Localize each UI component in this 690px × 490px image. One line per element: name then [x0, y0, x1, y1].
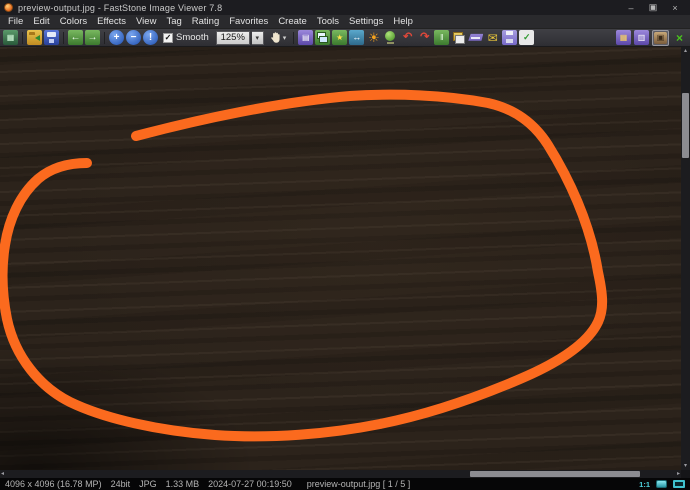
menu-bar: File Edit Colors Effects View Tag Rating…	[0, 15, 690, 29]
menu-favorites[interactable]: Favorites	[224, 16, 273, 27]
toolbar-separator	[104, 32, 105, 44]
status-format: JPG	[139, 479, 157, 489]
scrollbar-corner	[681, 470, 690, 478]
scroll-up-icon[interactable]: ▴	[683, 47, 688, 55]
window-title: preview-output.jpg - FastStone Image Vie…	[18, 3, 222, 13]
maximize-button[interactable]: ▣	[642, 1, 664, 15]
view-mode-group: ▦ ▥ ▣ ×	[616, 30, 687, 46]
toolbar-separator	[22, 32, 23, 44]
horizontal-scrollbar[interactable]: ◂ ▸	[0, 470, 681, 478]
print-icon[interactable]	[502, 30, 517, 45]
draw-board-icon[interactable]: ★	[332, 30, 347, 45]
menu-edit[interactable]: Edit	[28, 16, 54, 27]
slideshow-icon[interactable]: ▤	[298, 30, 313, 45]
menu-view[interactable]: View	[131, 16, 161, 27]
hand-icon-glyph	[269, 31, 282, 44]
copy-to-folder-icon[interactable]	[451, 30, 466, 45]
scroll-left-icon[interactable]: ◂	[0, 470, 5, 478]
fullscreen-icon[interactable]: ×	[672, 30, 687, 45]
actual-size-toggle-icon[interactable]: 1:1	[639, 480, 650, 489]
smooth-checkbox[interactable]: ✓	[163, 33, 173, 43]
rotate-right-icon[interactable]: ↷	[417, 30, 432, 45]
vertical-scrollbar[interactable]: ▴ ▾	[681, 47, 690, 470]
browse-icon[interactable]: ▦	[3, 30, 18, 45]
zoom-out-icon[interactable]: −	[126, 30, 141, 45]
hand-dropdown-icon[interactable]: ▾	[283, 34, 287, 42]
toolbar: ▦ ← → + − ! ✓ Smooth 125% ▾ ▾ ▤ ★ ↔ ☀ ↶ …	[0, 29, 690, 47]
windows-layout-icon[interactable]: ▦	[616, 30, 631, 45]
external-programs-icon[interactable]: ✓	[519, 30, 534, 45]
menu-help[interactable]: Help	[388, 16, 418, 27]
title-bar: preview-output.jpg - FastStone Image Vie…	[0, 0, 690, 15]
horizontal-scroll-thumb[interactable]	[470, 471, 640, 477]
menu-rating[interactable]: Rating	[187, 16, 224, 27]
next-image-icon[interactable]: →	[85, 30, 100, 45]
scroll-down-icon[interactable]: ▾	[683, 462, 688, 470]
adjust-colors-icon[interactable]	[383, 30, 398, 45]
annotation-stroke	[3, 95, 603, 437]
zoom-in-icon[interactable]: +	[109, 30, 124, 45]
scanner-icon[interactable]	[468, 30, 483, 45]
app-window: preview-output.jpg - FastStone Image Vie…	[0, 0, 690, 490]
zoom-dropdown-button[interactable]: ▾	[252, 31, 264, 45]
open-folder-icon[interactable]	[27, 30, 42, 45]
minimize-button[interactable]: –	[620, 1, 642, 15]
save-icon[interactable]	[44, 30, 59, 45]
menu-file[interactable]: File	[3, 16, 28, 27]
status-zoom-controls: 1:1	[639, 480, 685, 489]
status-file-size: 1.33 MB	[166, 479, 200, 489]
status-color-depth: 24bit	[111, 479, 131, 489]
fit-window-icon[interactable]	[656, 480, 667, 488]
menu-create[interactable]: Create	[273, 16, 312, 27]
fit-screen-icon[interactable]	[673, 480, 685, 488]
previous-image-icon[interactable]: ←	[68, 30, 83, 45]
status-timestamp: 2024-07-27 00:19:50	[208, 479, 292, 489]
compare-images-icon[interactable]	[315, 30, 330, 45]
close-button[interactable]: ×	[664, 1, 686, 15]
status-file-position: preview-output.jpg [ 1 / 5 ]	[307, 479, 411, 489]
window-controls: – ▣ ×	[620, 1, 686, 15]
hand-tool-icon[interactable]: ▾	[269, 31, 287, 44]
annotation-layer	[0, 47, 681, 470]
zoom-level-field[interactable]: 125%	[216, 31, 250, 45]
smooth-label: Smooth	[176, 32, 209, 43]
full-view-icon: ▣	[654, 32, 667, 44]
vertical-scroll-thumb[interactable]	[682, 93, 689, 158]
adjust-lighting-icon[interactable]: ☀	[366, 30, 381, 45]
resize-icon[interactable]: ↔	[349, 30, 364, 45]
smooth-option: ✓ Smooth	[163, 32, 209, 43]
toolbar-separator	[63, 32, 64, 44]
menu-effects[interactable]: Effects	[92, 16, 131, 27]
actual-size-icon[interactable]: !	[143, 30, 158, 45]
toolbar-separator	[293, 32, 294, 44]
status-bar: 4096 x 4096 (16.78 MP) 24bit JPG 1.33 MB…	[0, 478, 690, 490]
menu-settings[interactable]: Settings	[344, 16, 388, 27]
menu-tag[interactable]: Tag	[161, 16, 186, 27]
full-view-active-button[interactable]: ▣	[652, 30, 669, 46]
email-icon[interactable]: ✉	[485, 30, 500, 45]
thumbnail-view-icon[interactable]: ▥	[634, 30, 649, 45]
faststone-logo-icon	[4, 3, 13, 12]
status-dimensions: 4096 x 4096 (16.78 MP)	[5, 479, 102, 489]
menu-colors[interactable]: Colors	[55, 16, 92, 27]
image-canvas[interactable]	[0, 47, 681, 470]
menu-tools[interactable]: Tools	[312, 16, 344, 27]
rotate-left-icon[interactable]: ↶	[400, 30, 415, 45]
compare-selected-icon[interactable]: ‖	[434, 30, 449, 45]
image-viewport: ▴ ▾ ◂ ▸	[0, 47, 690, 478]
